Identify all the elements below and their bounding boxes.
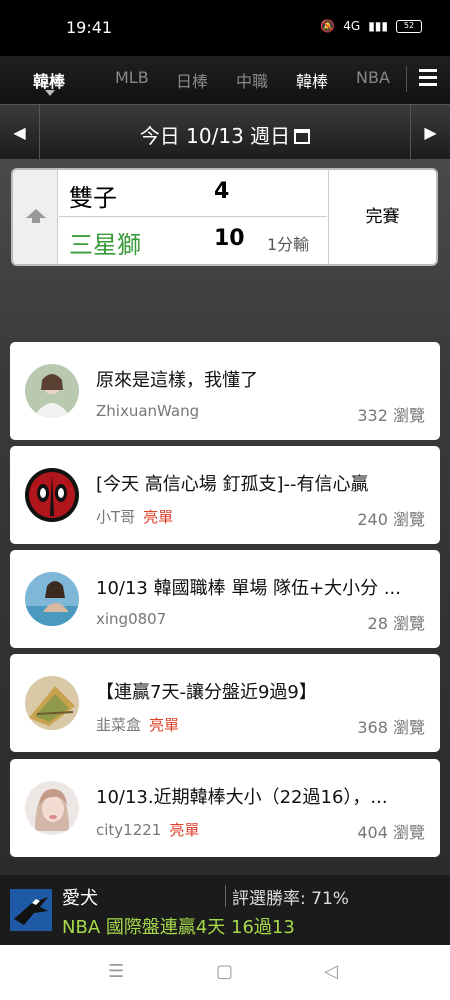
post-item[interactable]: 10/13 韓國職棒 單場 隊伍+大小分 ... xing0807 28 瀏覽 <box>10 550 440 648</box>
avatar <box>25 364 79 418</box>
battery-icon: 52 <box>396 19 422 33</box>
mute-icon: 🔕 <box>320 19 336 33</box>
view-count: 28 瀏覽 <box>367 614 425 633</box>
promo-text: NBA 國際盤連贏4天 16過13 <box>62 917 295 938</box>
post-item[interactable]: 原來是這樣，我懂了 ZhixuanWang 332 瀏覽 <box>10 342 440 440</box>
date-selector[interactable]: 今日 10/13 週日 <box>0 120 450 149</box>
highlight-badge: 亮單 <box>143 508 174 526</box>
signal-icon: ▮▮▮ <box>368 19 388 33</box>
post-item[interactable]: 10/13.近期韓棒大小（22過16），... city1221 亮單 404 瀏… <box>10 759 440 857</box>
footer-divider <box>225 885 226 907</box>
post-author: xing0807 <box>96 610 166 628</box>
hamburger-menu-icon[interactable] <box>419 69 437 90</box>
spread-result: 1分輸 <box>267 235 310 254</box>
network-icon: 4G <box>343 19 361 33</box>
post-author: 韭菜盒 亮單 <box>96 714 179 735</box>
post-item[interactable]: 【連贏7天-讓分盤近9過9】 韭菜盒 亮單 368 瀏覽 <box>10 654 440 752</box>
home-team-score: 10 <box>214 226 245 251</box>
main-content: 雙子 4 三星獅 10 1分輸 完賽 原來是這樣，我懂了 ZhixuanWang… <box>0 159 450 875</box>
recent-apps-icon[interactable]: ☰ <box>108 961 124 982</box>
tab-npb[interactable]: 日棒 <box>176 68 208 92</box>
author-name: 韭菜盒 <box>96 716 142 734</box>
game-card[interactable]: 雙子 4 三星獅 10 1分輸 完賽 <box>11 168 438 266</box>
status-icons: 🔕 4G ▮▮▮ 52 <box>320 19 422 33</box>
away-team-score: 4 <box>214 179 230 204</box>
view-count: 332 瀏覽 <box>357 406 425 425</box>
view-count: 404 瀏覽 <box>357 823 425 842</box>
highlight-badge: 亮單 <box>149 716 180 734</box>
tab-mlb[interactable]: MLB <box>115 68 149 87</box>
current-league-dropdown[interactable]: 韓棒 <box>33 68 65 92</box>
away-team-row: 雙子 4 <box>59 170 327 217</box>
tab-cpbl[interactable]: 中職 <box>236 68 268 92</box>
view-count: 368 瀏覽 <box>357 718 425 737</box>
post-title: [今天 高信心場 釘孤支]--有信心贏 <box>96 474 369 495</box>
chevron-down-icon <box>45 90 55 96</box>
post-title: 10/13 韓國職棒 單場 隊伍+大小分 ... <box>96 578 402 599</box>
clock: 19:41 <box>66 18 113 37</box>
date-bar: ◀ 今日 10/13 週日 ▶ <box>0 104 450 160</box>
calendar-icon <box>294 129 311 144</box>
tab-nba[interactable]: NBA <box>356 68 390 87</box>
author-name: ZhixuanWang <box>96 402 200 420</box>
game-status: 完賽 <box>328 170 436 264</box>
collapse-toggle[interactable] <box>13 170 58 264</box>
avatar <box>25 572 79 626</box>
home-team-row: 三星獅 10 1分輸 <box>59 217 327 264</box>
post-title: 【連贏7天-讓分盤近9過9】 <box>96 682 317 703</box>
author-name: 小T哥 <box>96 508 136 526</box>
back-icon[interactable]: ◁ <box>324 961 338 982</box>
avatar <box>25 781 79 835</box>
system-nav-bar: ☰ ▢ ◁ <box>0 945 450 1000</box>
author-name: xing0807 <box>96 610 167 628</box>
post-title: 10/13.近期韓棒大小（22過16），... <box>96 787 388 808</box>
win-rate: 評選勝率: 71% <box>232 889 349 909</box>
date-label: 今日 10/13 週日 <box>139 124 291 148</box>
tipster-name: 愛犬 <box>62 888 98 909</box>
status-bar: 19:41 🔕 4G ▮▮▮ 52 <box>0 0 450 56</box>
tipster-avatar <box>10 889 52 931</box>
post-author: 小T哥 亮單 <box>96 506 173 527</box>
view-count: 240 瀏覽 <box>357 510 425 529</box>
league-nav: 韓棒 MLB 日棒 中職 韓棒 NBA <box>0 56 450 104</box>
post-item[interactable]: [今天 高信心場 釘孤支]--有信心贏 小T哥 亮單 240 瀏覽 <box>10 446 440 544</box>
featured-tipster-banner[interactable]: 愛犬 評選勝率: 71% NBA 國際盤連贏4天 16過13 <box>0 875 450 945</box>
arrow-up-icon <box>26 209 46 223</box>
highlight-badge: 亮單 <box>169 821 200 839</box>
home-icon[interactable]: ▢ <box>216 961 233 982</box>
tab-kbo[interactable]: 韓棒 <box>296 68 328 92</box>
nav-divider <box>406 66 407 92</box>
post-author: ZhixuanWang <box>96 402 199 420</box>
author-name: city1221 <box>96 821 162 839</box>
avatar <box>25 676 79 730</box>
home-team-name: 三星獅 <box>69 231 141 259</box>
avatar <box>25 468 79 522</box>
post-title: 原來是這樣，我懂了 <box>96 370 258 391</box>
away-team-name: 雙子 <box>69 184 117 212</box>
next-day-button[interactable]: ▶ <box>410 105 450 160</box>
post-author: city1221 亮單 <box>96 819 199 840</box>
